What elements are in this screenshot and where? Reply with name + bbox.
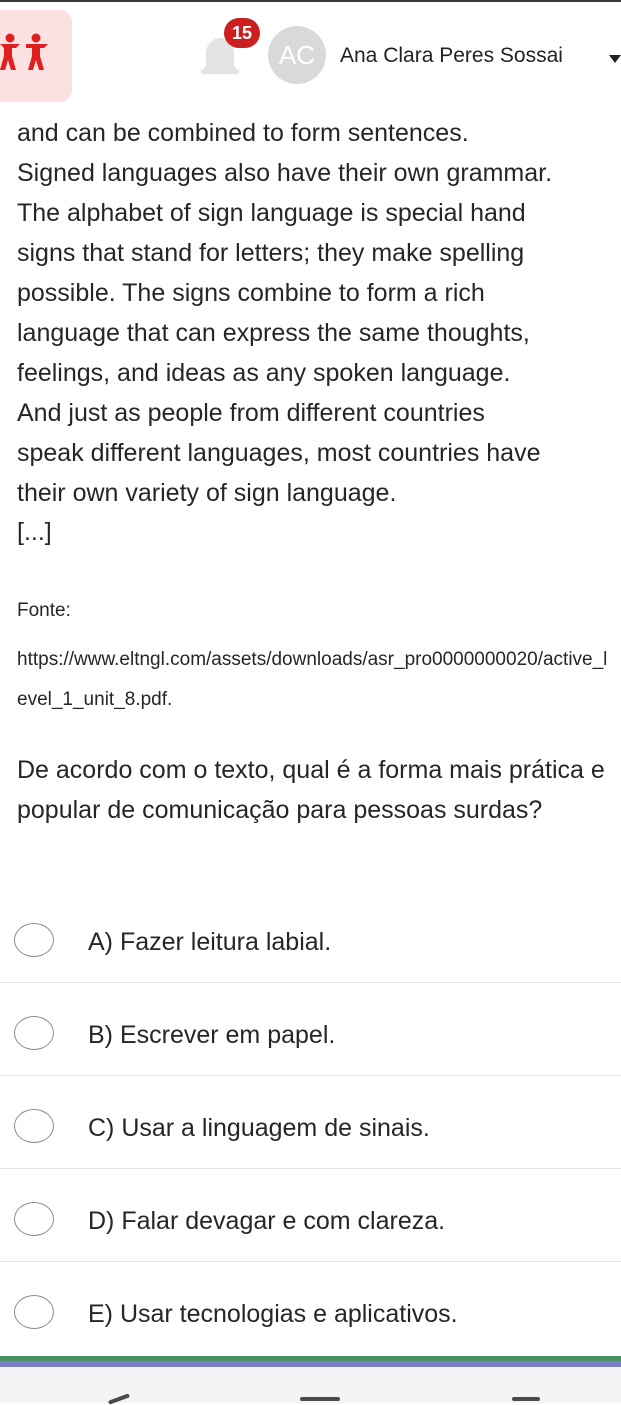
recents-nav-icon[interactable] bbox=[512, 1397, 540, 1401]
passage-line: The alphabet of sign language is special… bbox=[17, 199, 526, 227]
answer-options: A) Fazer leitura labial. B) Escrever em … bbox=[0, 890, 621, 1354]
passage-line: their own variety of sign language. bbox=[17, 479, 397, 507]
option-e[interactable]: E) Usar tecnologias e aplicativos. bbox=[0, 1262, 621, 1354]
source-url: https://www.eltngl.com/assets/downloads/… bbox=[17, 649, 608, 710]
radio-icon[interactable] bbox=[14, 1016, 54, 1050]
option-label: C) Usar a linguagem de sinais. bbox=[88, 1114, 430, 1142]
passage-line: feelings, and ideas as any spoken langua… bbox=[17, 359, 511, 387]
notification-badge: 15 bbox=[224, 18, 260, 48]
option-label: A) Fazer leitura labial. bbox=[88, 928, 332, 956]
option-label: B) Escrever em papel. bbox=[88, 1021, 336, 1049]
passage-line: Signed languages also have their own gra… bbox=[17, 159, 553, 187]
reading-passage: and can be combined to form sentences. S… bbox=[17, 113, 617, 513]
chevron-down-icon[interactable] bbox=[609, 55, 621, 63]
radio-icon[interactable] bbox=[14, 1295, 54, 1329]
passage-line: speak different languages, most countrie… bbox=[17, 439, 541, 467]
option-a[interactable]: A) Fazer leitura labial. bbox=[0, 890, 621, 983]
option-label: E) Usar tecnologias e aplicativos. bbox=[88, 1300, 458, 1328]
passage-line: signs that stand for letters; they make … bbox=[17, 239, 525, 267]
option-label: D) Falar devagar e com clareza. bbox=[88, 1207, 446, 1235]
option-c[interactable]: C) Usar a linguagem de sinais. bbox=[0, 1076, 621, 1169]
option-d[interactable]: D) Falar devagar e com clareza. bbox=[0, 1169, 621, 1262]
passage-line: possible. The signs combine to form a ri… bbox=[17, 279, 485, 307]
source-label: Fonte: bbox=[17, 600, 71, 621]
top-header: 15 AC Ana Clara Peres Sossai bbox=[0, 2, 621, 102]
radio-icon[interactable] bbox=[14, 923, 54, 957]
question-text: De acordo com o texto, qual é a forma ma… bbox=[17, 756, 605, 824]
user-name[interactable]: Ana Clara Peres Sossai bbox=[340, 44, 563, 68]
passage-line: And just as people from different countr… bbox=[17, 399, 485, 427]
home-nav-icon[interactable] bbox=[300, 1397, 340, 1401]
passage-ellipsis: [...] bbox=[17, 518, 52, 546]
system-nav-bar bbox=[0, 1367, 621, 1405]
logo-people-icon bbox=[0, 33, 48, 70]
radio-icon[interactable] bbox=[14, 1202, 54, 1236]
passage-line: language that can express the same thoug… bbox=[17, 319, 530, 347]
avatar[interactable]: AC bbox=[268, 26, 326, 84]
radio-icon[interactable] bbox=[14, 1109, 54, 1143]
app-logo[interactable] bbox=[0, 10, 72, 102]
passage-line: and can be combined to form sentences. bbox=[17, 119, 469, 147]
option-b[interactable]: B) Escrever em papel. bbox=[0, 983, 621, 1076]
